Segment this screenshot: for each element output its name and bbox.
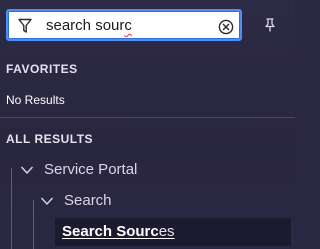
pin-icon[interactable] [262,17,278,33]
favorites-empty-text: No Results [6,93,65,107]
tree-guide-line [33,200,34,249]
filter-funnel-icon[interactable] [18,18,32,34]
tree-item-label-rest: es [158,223,175,240]
tree-item-search[interactable]: Search [40,192,112,209]
tree-item-search-sources[interactable]: Search Sources [55,218,291,246]
tree-item-label[interactable]: Search Sources [62,223,175,240]
chevron-down-icon[interactable] [40,196,54,206]
tree-guide-line [11,168,12,249]
tree-item-label: Search [64,192,112,209]
filter-search-box[interactable]: search sourc [6,9,242,41]
search-input-text: search sour [46,17,125,34]
navigator-panel: search sourc FAVORITES No Results ALL RE… [0,0,295,249]
tree-item-label-match: Search Sourc [62,223,159,240]
section-divider [0,117,295,118]
search-input[interactable]: search sourc [46,17,132,35]
search-input-misspelled: c [124,17,132,34]
tree-item-service-portal[interactable]: Service Portal [20,161,137,178]
favorites-header: FAVORITES [6,62,78,76]
circle-x-icon[interactable] [218,19,234,35]
all-results-header: ALL RESULTS [6,132,94,146]
tree-item-label: Service Portal [44,161,138,178]
chevron-down-icon[interactable] [20,165,34,175]
